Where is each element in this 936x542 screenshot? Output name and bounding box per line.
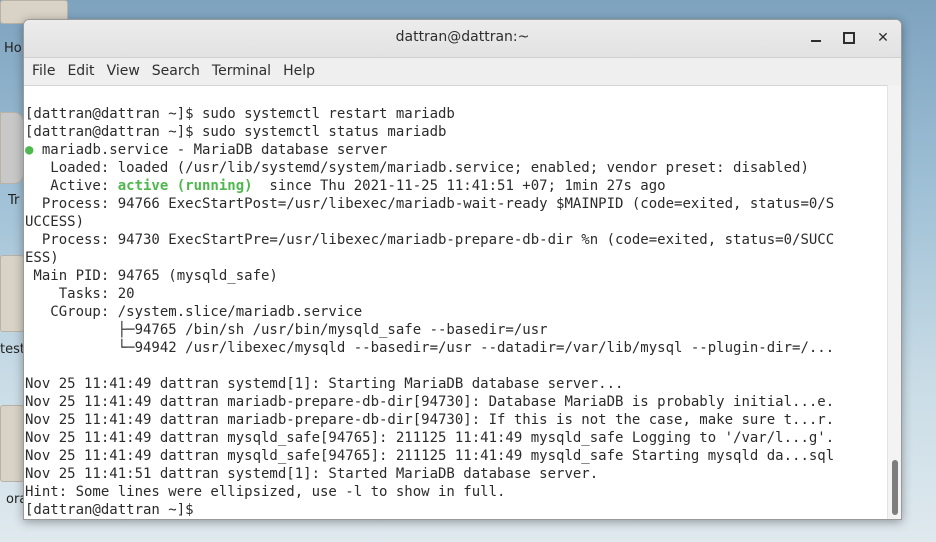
terminal-output[interactable]: [dattran@dattran ~]$ sudo systemctl rest… xyxy=(24,85,888,519)
desktop-folder-icon[interactable] xyxy=(0,405,24,482)
menu-bar: File Edit View Search Terminal Help xyxy=(24,58,901,86)
desktop-folder-icon[interactable] xyxy=(0,255,24,332)
minimize-button[interactable] xyxy=(803,26,829,50)
menu-view[interactable]: View xyxy=(101,58,146,85)
window-title: dattran@dattran:~ xyxy=(395,29,530,45)
terminal-line: [dattran@dattran ~]$ sudo systemctl rest… xyxy=(25,106,455,122)
menu-help[interactable]: Help xyxy=(277,58,321,85)
desktop-trash-icon[interactable] xyxy=(0,112,24,184)
terminal-line: Active: active (running) since Thu 2021-… xyxy=(25,177,888,195)
terminal-window[interactable]: dattran@dattran:~ ✕ File Edit View Searc… xyxy=(23,19,902,520)
maximize-button[interactable] xyxy=(836,26,862,50)
terminal-line: ├─94765 /bin/sh /usr/bin/mysqld_safe --b… xyxy=(25,322,548,338)
terminal-line: Nov 25 11:41:49 dattran mysqld_safe[9476… xyxy=(25,430,835,446)
terminal-line: UCCESS) xyxy=(25,214,85,230)
terminal-prompt: [dattran@dattran ~]$ xyxy=(25,502,203,518)
menu-terminal[interactable]: Terminal xyxy=(206,58,277,85)
menu-edit[interactable]: Edit xyxy=(61,58,100,85)
terminal-line: Nov 25 11:41:51 dattran systemd[1]: Star… xyxy=(25,466,599,482)
title-bar[interactable]: dattran@dattran:~ ✕ xyxy=(24,20,901,58)
terminal-line: CGroup: /system.slice/mariadb.service xyxy=(25,304,363,320)
terminal-line: Nov 25 11:41:49 dattran mariadb-prepare-… xyxy=(25,412,835,428)
terminal-line: Nov 25 11:41:49 dattran mysqld_safe[9476… xyxy=(25,448,835,464)
terminal-line: Process: 94766 ExecStartPost=/usr/libexe… xyxy=(25,196,835,212)
menu-file[interactable]: File xyxy=(26,58,61,85)
close-icon: ✕ xyxy=(877,30,889,46)
active-label: Active: xyxy=(25,178,118,194)
terminal-line: [dattran@dattran ~]$ sudo systemctl stat… xyxy=(25,124,447,140)
terminal-line: Process: 94730 ExecStartPre=/usr/libexec… xyxy=(25,232,835,248)
terminal-line: Nov 25 11:41:49 dattran mariadb-prepare-… xyxy=(25,394,835,410)
vertical-scrollbar[interactable] xyxy=(887,85,901,519)
terminal-line: ESS) xyxy=(25,250,59,266)
active-status: active (running) xyxy=(117,178,253,194)
scrollbar-thumb[interactable] xyxy=(892,460,898,515)
active-since: since Thu 2021-11-25 11:41:51 +07; 1min … xyxy=(252,178,666,194)
terminal-line: ● mariadb.service - MariaDB database ser… xyxy=(25,141,888,159)
terminal-line: Main PID: 94765 (mysqld_safe) xyxy=(25,268,278,284)
menu-search[interactable]: Search xyxy=(146,58,206,85)
maximize-icon xyxy=(843,32,855,44)
status-dot-icon: ● xyxy=(25,142,34,158)
terminal-line: Nov 25 11:41:49 dattran systemd[1]: Star… xyxy=(25,376,624,392)
terminal-line: └─94942 /usr/libexec/mysqld --basedir=/u… xyxy=(25,340,835,356)
desktop-trash-label: Tr xyxy=(8,193,20,208)
minimize-icon xyxy=(811,40,821,42)
terminal-line: Tasks: 20 xyxy=(25,286,135,302)
close-button[interactable]: ✕ xyxy=(870,26,896,50)
terminal-line: Hint: Some lines were ellipsized, use -l… xyxy=(25,484,506,500)
desktop-icon-label: Ho xyxy=(4,41,22,56)
desktop-icon-label: test xyxy=(0,342,25,357)
service-name: mariadb.service - MariaDB database serve… xyxy=(41,142,388,158)
terminal-line: Loaded: loaded (/usr/lib/systemd/system/… xyxy=(25,160,809,176)
